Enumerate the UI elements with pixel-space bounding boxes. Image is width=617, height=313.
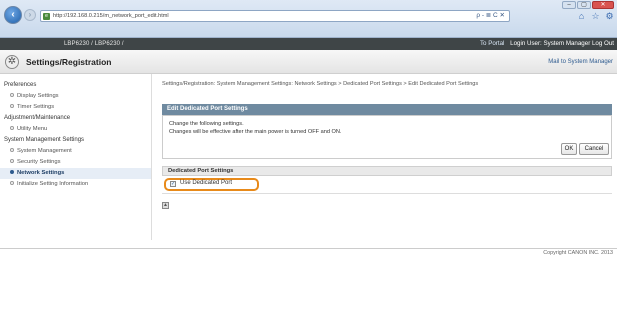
- to-portal-link[interactable]: To Portal: [480, 40, 504, 47]
- copyright-text: Copyright CANON INC. 2013: [543, 250, 613, 256]
- footer: Copyright CANON INC. 2013: [0, 248, 617, 256]
- message-box: Change the following settings. Changes w…: [162, 115, 612, 159]
- bullet-icon: [10, 93, 14, 98]
- bullet-icon: [10, 104, 14, 109]
- mail-to-manager-link[interactable]: Mail to System Manager: [548, 50, 613, 74]
- sidebar-item-system-management[interactable]: System Management: [0, 146, 151, 157]
- minimize-icon[interactable]: –: [562, 1, 576, 9]
- address-tools[interactable]: ρ - ≣ C ✕: [476, 11, 505, 21]
- url-text: http://192.168.0.215/m_network_port_edit…: [53, 13, 169, 19]
- close-icon[interactable]: ✕: [592, 1, 614, 9]
- bullet-icon: [10, 181, 14, 186]
- sidebar: Preferences Display Settings Timer Setti…: [0, 74, 152, 240]
- sidebar-item-label: Timer Settings: [17, 104, 55, 110]
- bullet-icon: [10, 170, 14, 175]
- main-content: Settings/Registration: System Management…: [162, 74, 612, 209]
- site-icon: e: [43, 13, 50, 20]
- sidebar-item-timer-settings[interactable]: Timer Settings: [0, 102, 151, 113]
- message-line-2: Changes will be effective after the main…: [169, 129, 342, 135]
- sidebar-item-security-settings[interactable]: Security Settings: [0, 157, 151, 168]
- sidebar-item-label: Initialize Setting Information: [17, 181, 89, 187]
- panel-title: Edit Dedicated Port Settings: [162, 104, 612, 115]
- browser-chrome: – ▢ ✕ ‹ › e http://192.168.0.215/m_netwo…: [0, 0, 617, 38]
- maximize-icon[interactable]: ▢: [577, 1, 591, 9]
- section-title: Dedicated Port Settings: [162, 166, 612, 176]
- cancel-button[interactable]: Cancel: [579, 143, 609, 155]
- settings-gear-icon: ✲: [5, 55, 19, 69]
- dedicated-port-row: ✓ Use Dedicated Port: [162, 176, 612, 194]
- sidebar-item-label: Network Settings: [17, 170, 65, 176]
- sidebar-item-label: Display Settings: [17, 93, 59, 99]
- app-header: LBP6230 / LBP6230 / To Portal Login User…: [0, 38, 617, 50]
- message-line-1: Change the following settings.: [169, 121, 244, 127]
- home-icon[interactable]: ⌂: [576, 11, 587, 22]
- favorites-icon[interactable]: ☆: [590, 11, 601, 22]
- sidebar-section-adjustment[interactable]: Adjustment/Maintenance: [0, 113, 151, 124]
- address-bar[interactable]: e http://192.168.0.215/m_network_port_ed…: [40, 10, 510, 22]
- sidebar-item-label: Utility Menu: [17, 126, 48, 132]
- page-title: Settings/Registration: [26, 57, 112, 67]
- back-button[interactable]: ‹: [4, 6, 22, 24]
- bullet-icon: [10, 126, 14, 131]
- sidebar-item-display-settings[interactable]: Display Settings: [0, 91, 151, 102]
- window-controls: – ▢ ✕: [562, 1, 614, 9]
- bullet-icon: [10, 148, 14, 153]
- bullet-icon: [10, 159, 14, 164]
- sidebar-item-initialize-settings[interactable]: Initialize Setting Information: [0, 179, 151, 190]
- breadcrumb: Settings/Registration: System Management…: [162, 81, 479, 87]
- ok-button[interactable]: OK: [561, 143, 577, 155]
- checkbox-label[interactable]: Use Dedicated Port: [180, 179, 232, 188]
- device-name: LBP6230 / LBP6230 /: [64, 41, 124, 47]
- forward-button[interactable]: ›: [24, 9, 36, 21]
- sidebar-item-label: Security Settings: [17, 159, 61, 165]
- sidebar-item-label: System Management: [17, 148, 72, 154]
- tools-icon[interactable]: ⚙: [604, 11, 615, 22]
- sidebar-section-preferences[interactable]: Preferences: [0, 80, 151, 91]
- use-dedicated-port-checkbox[interactable]: ✓: [170, 181, 176, 187]
- header-links: To Portal Login User: System Manager Log…: [480, 38, 614, 50]
- settings-title-bar: ✲ Settings/Registration Mail to System M…: [0, 50, 617, 74]
- back-to-top-icon[interactable]: ▲: [162, 202, 169, 209]
- login-user-info[interactable]: Login User: System Manager Log Out: [510, 40, 614, 47]
- sidebar-section-system-management[interactable]: System Management Settings: [0, 135, 151, 146]
- sidebar-item-utility-menu[interactable]: Utility Menu: [0, 124, 151, 135]
- sidebar-item-network-settings[interactable]: Network Settings: [0, 168, 151, 179]
